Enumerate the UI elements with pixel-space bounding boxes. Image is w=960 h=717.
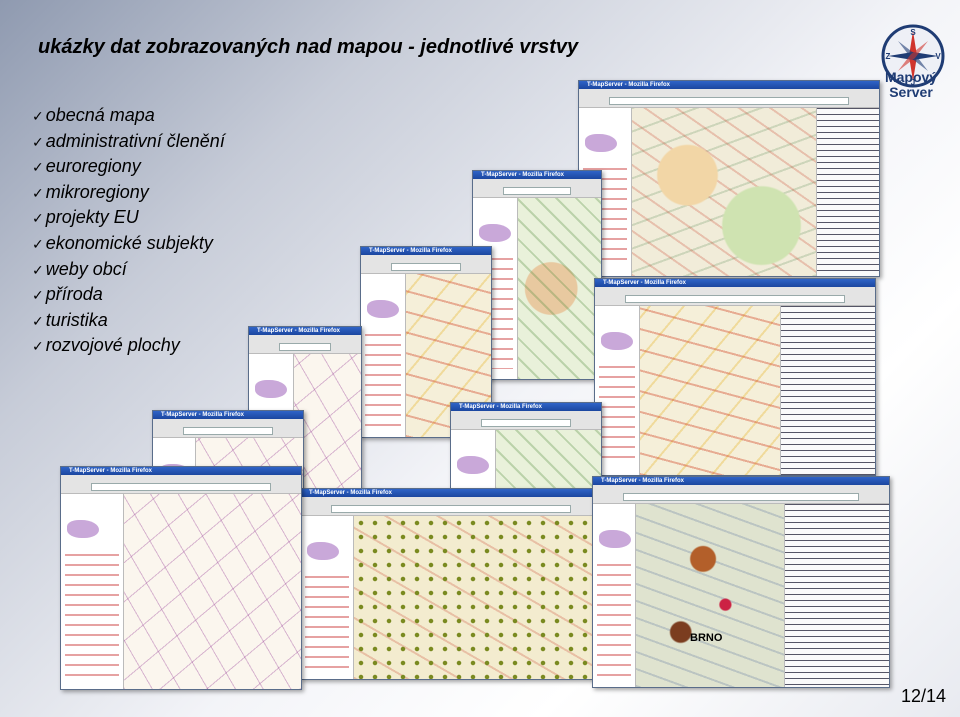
layer-item: ✓ ekonomické subjekty <box>32 232 213 253</box>
sidebar <box>301 516 354 679</box>
browser-toolbar <box>153 419 303 438</box>
svg-text:S: S <box>910 28 916 37</box>
check-icon: ✓ <box>32 185 44 202</box>
check-icon: ✓ <box>32 313 44 330</box>
sidebar <box>361 274 406 437</box>
check-icon: ✓ <box>32 109 44 125</box>
layer-item: ✓ weby obcí <box>32 258 127 279</box>
svg-text:V: V <box>935 52 941 61</box>
map-view <box>124 494 301 689</box>
layer-item: ✓ administrativní členění <box>32 130 225 151</box>
map-screenshot: T-MapServer - Mozilla Firefox <box>578 80 880 277</box>
browser-toolbar <box>473 179 601 198</box>
check-icon: ✓ <box>32 160 44 177</box>
window-titlebar: T-MapServer - Mozilla Firefox <box>249 327 361 335</box>
layer-item: ✓ mikroregiony <box>32 181 149 202</box>
browser-toolbar <box>595 287 875 306</box>
map-view <box>632 108 817 276</box>
sidebar <box>593 504 636 687</box>
layer-list: ✓ obecná mapa ✓ administrativní členění ✓ e… <box>32 103 225 359</box>
map-view <box>636 504 785 687</box>
layer-item: ✓ turistika <box>32 309 108 330</box>
window-titlebar: T-MapServer - Mozilla Firefox <box>451 403 601 411</box>
info-panel <box>780 306 875 475</box>
layer-item: ✓ rozvojové plochy <box>32 335 180 356</box>
map-view <box>640 306 781 475</box>
browser-toolbar <box>593 485 889 504</box>
map-view <box>354 516 601 679</box>
layer-item: ✓ euroregiony <box>32 156 141 177</box>
window-titlebar: T-MapServer - Mozilla Firefox <box>361 247 491 255</box>
page-number: 12/14 <box>900 686 946 706</box>
info-panel <box>816 108 879 276</box>
browser-toolbar <box>361 255 491 274</box>
window-titlebar: T-MapServer - Mozilla Firefox <box>301 489 601 497</box>
layer-item: ✓ příroda <box>32 284 103 305</box>
logo-wordmark: Mapový Server <box>884 69 938 100</box>
slide-title: ukázky dat zobrazovaných nad mapou - jed… <box>38 36 579 58</box>
check-icon: ✓ <box>32 262 44 279</box>
check-icon: ✓ <box>32 288 44 305</box>
window-titlebar: T-MapServer - Mozilla Firefox <box>473 171 601 179</box>
svg-text:Z: Z <box>886 52 891 61</box>
map-screenshot: T-MapServer - Mozilla Firefox <box>60 466 302 690</box>
browser-toolbar <box>301 497 601 516</box>
info-panel <box>784 504 889 687</box>
browser-toolbar <box>579 89 879 108</box>
layer-item: ✓ obecná mapa <box>32 105 155 125</box>
check-icon: ✓ <box>32 134 44 151</box>
map-screenshot: T-MapServer - Mozilla Firefox <box>594 278 876 476</box>
map-screenshot: T-MapServer - Mozilla Firefox <box>592 476 890 688</box>
layer-item: ✓ projekty EU <box>32 207 139 228</box>
sidebar <box>61 494 124 689</box>
window-titlebar: T-MapServer - Mozilla Firefox <box>593 477 889 485</box>
map-screenshot: T-MapServer - Mozilla Firefox <box>300 488 602 680</box>
map-city-label: BRNO <box>690 632 723 644</box>
browser-toolbar <box>451 411 601 430</box>
browser-toolbar <box>249 335 361 354</box>
check-icon: ✓ <box>32 211 44 228</box>
window-titlebar: T-MapServer - Mozilla Firefox <box>595 279 875 287</box>
check-icon: ✓ <box>32 236 44 253</box>
check-icon: ✓ <box>32 339 44 356</box>
map-view <box>518 198 601 379</box>
window-titlebar: T-MapServer - Mozilla Firefox <box>153 411 303 419</box>
window-titlebar: T-MapServer - Mozilla Firefox <box>579 81 879 89</box>
window-titlebar: T-MapServer - Mozilla Firefox <box>61 467 301 475</box>
browser-toolbar <box>61 475 301 494</box>
